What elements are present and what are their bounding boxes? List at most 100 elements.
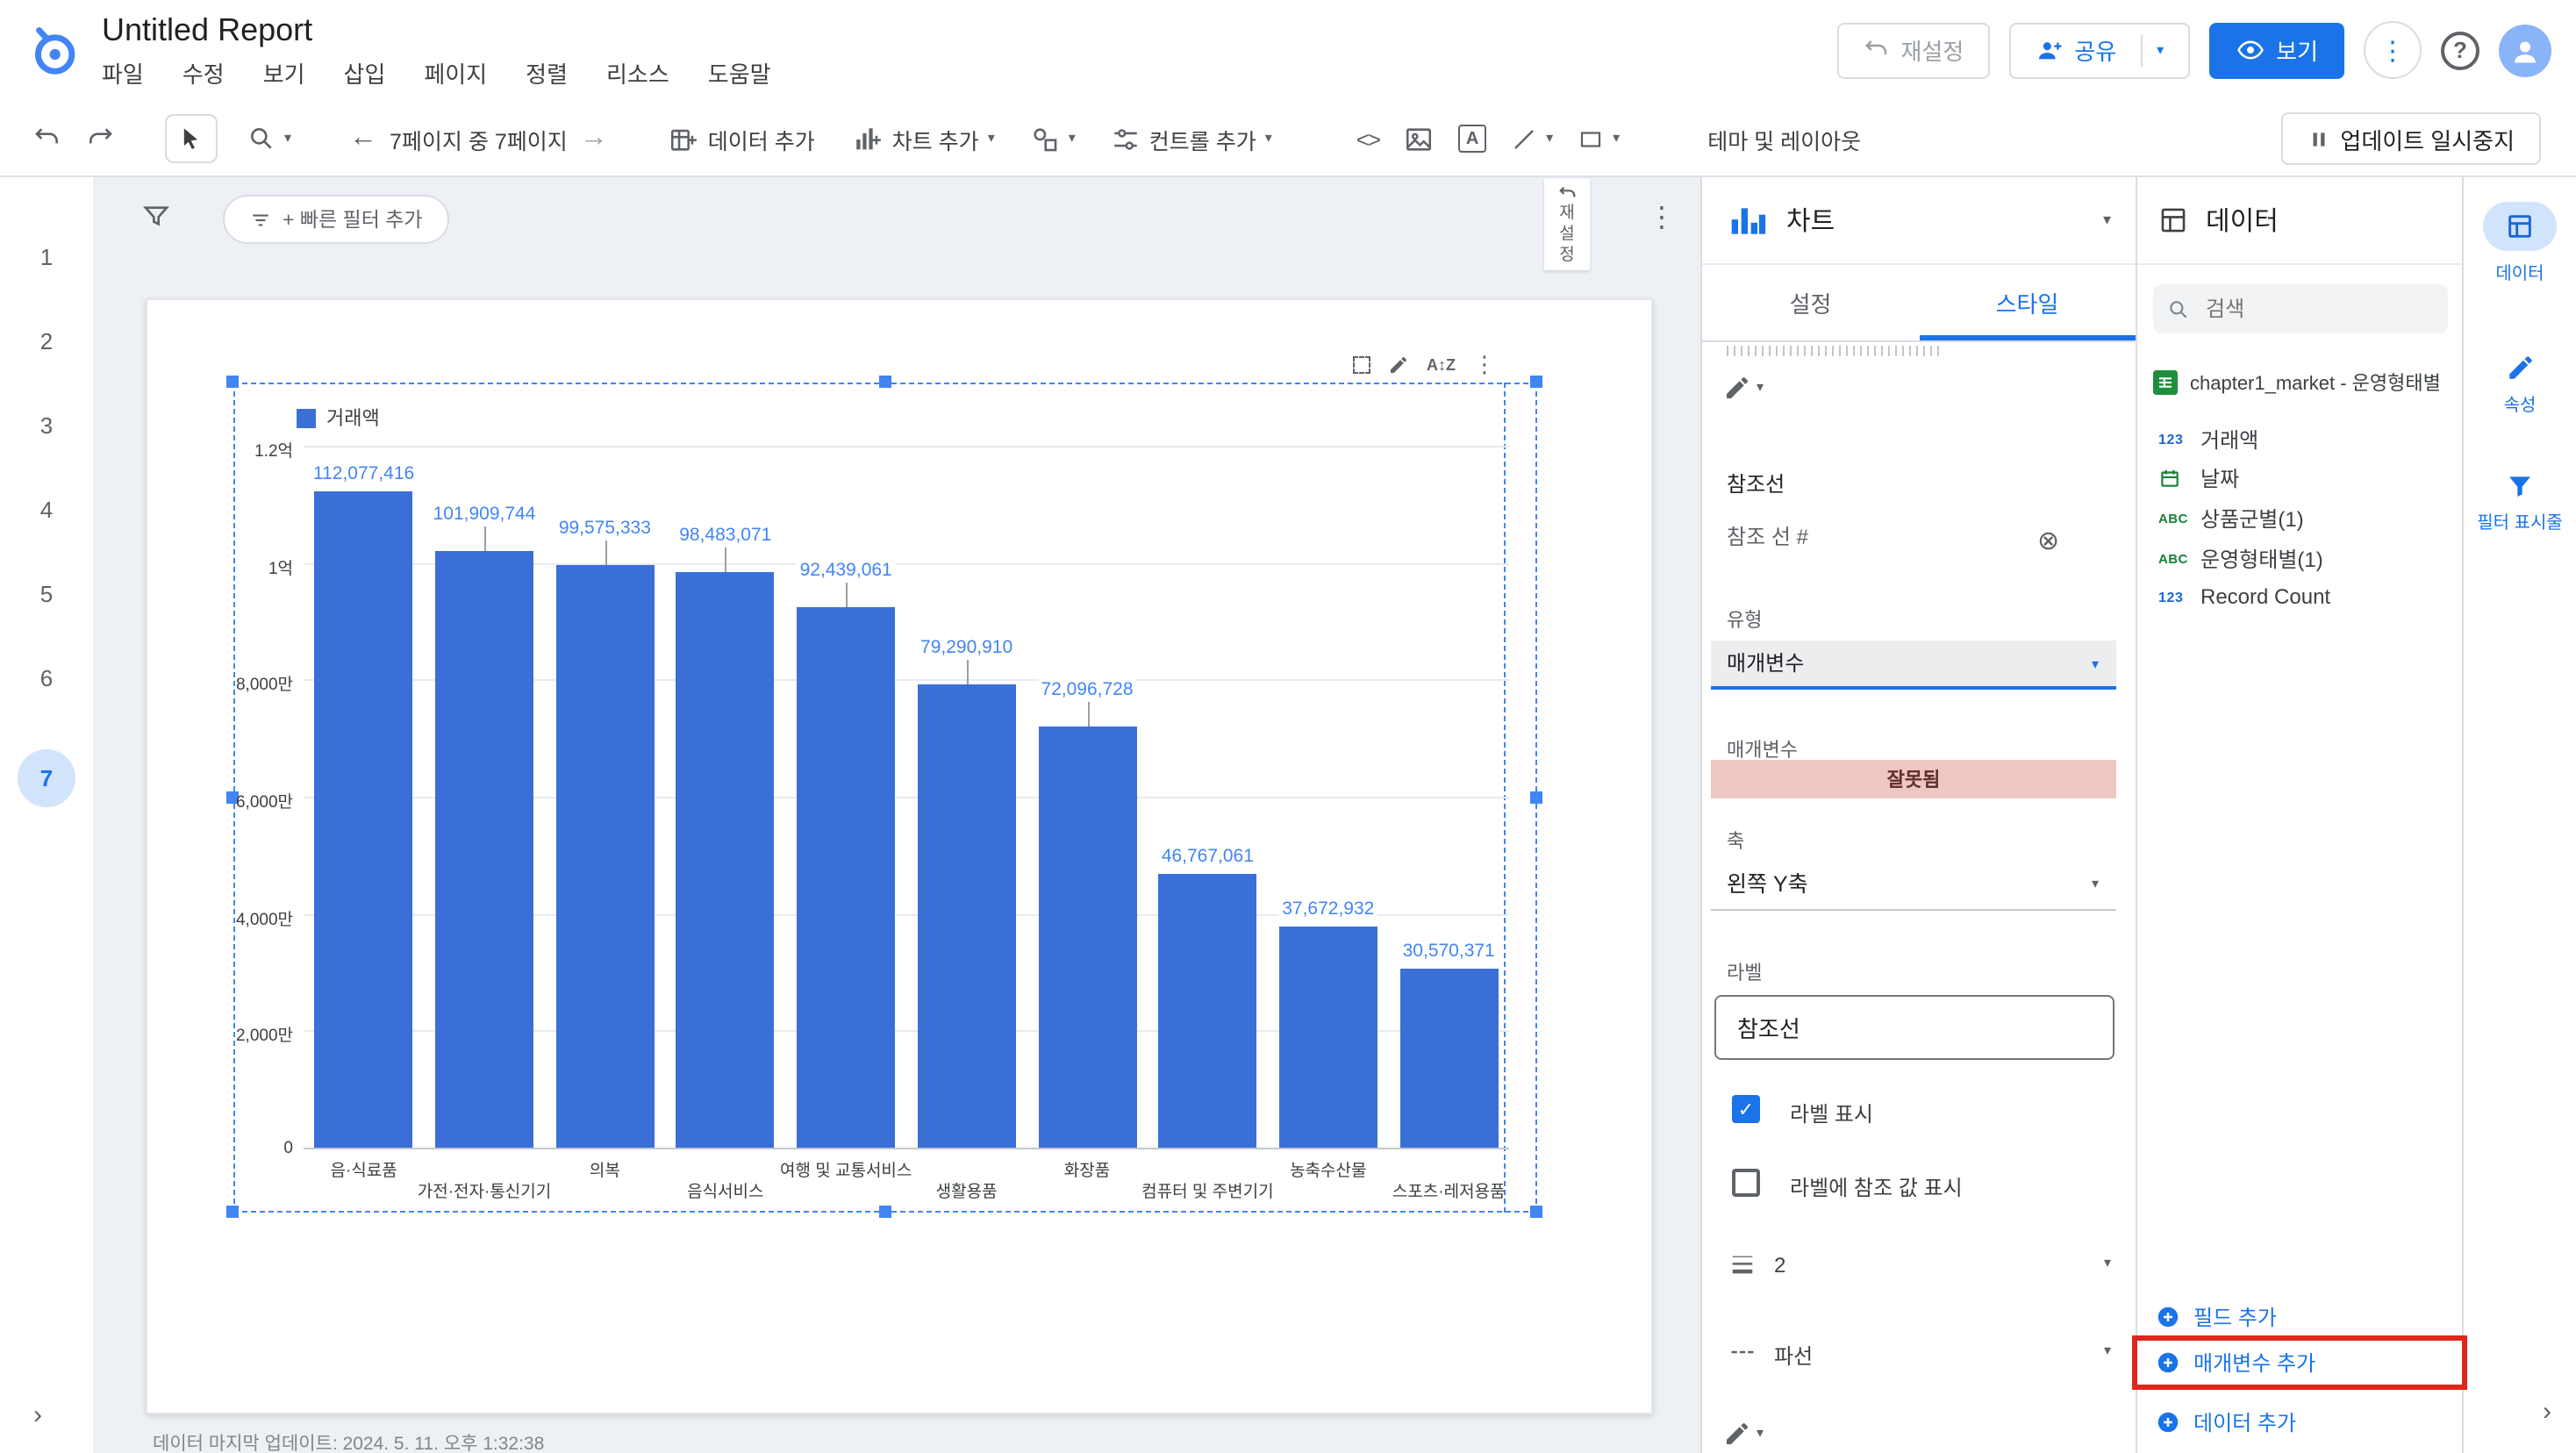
field-search[interactable]	[2153, 284, 2448, 333]
rail-properties-button[interactable]: 속성	[2464, 353, 2576, 416]
tab-style[interactable]: 스타일	[1919, 265, 2136, 340]
page-thumb-6[interactable]: 6	[0, 665, 93, 691]
add-control-button[interactable]: 컨트롤 추가 ▾	[1098, 112, 1284, 165]
page-thumb-2[interactable]: 2	[0, 328, 93, 354]
quick-filter-chip[interactable]: + 빠른 필터 추가	[223, 195, 449, 244]
field-row[interactable]: ABC 상품군별(1)	[2158, 500, 2453, 535]
view-button[interactable]: 보기	[2209, 22, 2344, 78]
theme-layout-button[interactable]: 테마 및 레이아웃	[1695, 112, 1873, 165]
page-thumb-5[interactable]: 5	[0, 581, 93, 607]
tab-setup[interactable]: 설정	[1702, 265, 1919, 340]
bar[interactable]	[1038, 726, 1136, 1148]
add-field-link[interactable]: 필드 추가	[2155, 1302, 2277, 1332]
x-axis-label: 음식서비스	[687, 1177, 763, 1202]
avatar[interactable]	[2499, 24, 2551, 76]
embed-url-button[interactable]: <>	[1344, 112, 1392, 165]
share-button[interactable]: 공유 ▾	[2009, 22, 2190, 78]
page-thumb-7-active[interactable]: 7	[18, 749, 75, 807]
page-thumb-1[interactable]: 1	[0, 244, 93, 270]
redo-button[interactable]	[74, 112, 126, 165]
bar[interactable]	[435, 552, 533, 1148]
menu-arrange[interactable]: 정렬	[526, 52, 585, 92]
bar-value-label: 46,767,061	[1158, 846, 1257, 867]
rail-filter-bar-button[interactable]: 필터 표시줄	[2464, 472, 2576, 533]
label-color-picker[interactable]: ▾	[1723, 1420, 1764, 1448]
more-options-button[interactable]: ⋮	[2364, 21, 2422, 79]
bar[interactable]	[797, 607, 895, 1148]
data-source-row[interactable]: chapter1_market - 운영형태별	[2153, 369, 2455, 397]
text-tool[interactable]: A	[1446, 112, 1499, 165]
chevron-down-icon[interactable]: ▾	[2104, 1256, 2111, 1270]
sort-icon[interactable]: A↕Z	[1427, 356, 1456, 374]
filter-icon[interactable]	[142, 202, 170, 230]
bar[interactable]	[315, 492, 413, 1148]
line-tool[interactable]: ▾	[1499, 112, 1565, 165]
menu-insert[interactable]: 삽입	[344, 52, 404, 92]
line-color-picker[interactable]: ▾	[1723, 374, 1764, 402]
field-row[interactable]: ABC 운영형태별(1)	[2158, 540, 2453, 576]
page-indicator[interactable]: 7페이지 중 7페이지	[377, 112, 580, 165]
number-field-icon: 123	[2158, 589, 2200, 605]
zoom-tool[interactable]: ▾	[235, 112, 304, 165]
share-dropdown[interactable]: ▾	[2141, 34, 2164, 66]
chart-kebab-icon[interactable]: ⋮	[1473, 351, 1496, 379]
line-style-value[interactable]: 파선	[1774, 1341, 1813, 1371]
chevron-down-icon[interactable]: ▾	[2103, 212, 2111, 228]
community-viz-button[interactable]: ▾	[1018, 112, 1088, 165]
reset-overlay[interactable]: 재설정	[1544, 179, 1590, 270]
app-header: Untitled Report 파일 수정 보기 삽입 페이지 정렬 리소스 도…	[0, 0, 2576, 102]
field-row[interactable]: 123 Record Count	[2158, 579, 2453, 614]
image-tool[interactable]	[1392, 112, 1446, 165]
add-data-link[interactable]: 데이터 추가	[2155, 1407, 2296, 1437]
field-row[interactable]: 날짜	[2158, 460, 2453, 495]
show-label-checkbox-checked[interactable]: ✓	[1732, 1095, 1760, 1123]
menu-file[interactable]: 파일	[102, 52, 161, 92]
selection-mode-icon[interactable]	[1353, 356, 1370, 374]
pause-updates-button[interactable]: 업데이트 일시중지	[2280, 112, 2541, 165]
help-icon[interactable]: ?	[2441, 31, 2479, 69]
page-thumb-3[interactable]: 3	[0, 412, 93, 439]
show-ref-value-checkbox-unchecked[interactable]	[1732, 1169, 1760, 1197]
label-connector	[605, 540, 606, 565]
report-title[interactable]: Untitled Report	[102, 10, 810, 48]
bar[interactable]	[676, 571, 775, 1148]
search-input[interactable]	[2202, 295, 2413, 323]
select-tool[interactable]	[165, 114, 218, 163]
page-thumb-4[interactable]: 4	[0, 497, 93, 523]
bar[interactable]	[1399, 969, 1498, 1148]
edit-icon[interactable]	[1388, 354, 1409, 376]
canvas[interactable]: + 빠른 필터 추가 재설정 ⋮	[93, 177, 1700, 1453]
next-page-button[interactable]: →	[580, 125, 608, 153]
add-parameter-link[interactable]: 매개변수 추가	[2155, 1348, 2315, 1378]
bar[interactable]	[1158, 874, 1256, 1148]
canvas-kebab-icon[interactable]: ⋮	[1648, 205, 1676, 233]
reset-button[interactable]: 재설정	[1838, 22, 1991, 78]
menu-resource[interactable]: 리소스	[606, 52, 687, 92]
add-data-button[interactable]: 데이터 추가	[657, 112, 827, 165]
collapse-panel-icon[interactable]: ›	[2543, 1399, 2551, 1425]
bar-chart[interactable]: A↕Z ⋮ 거래액 1.2억1억8,000만6,000만4,000만2,000만…	[233, 383, 1537, 1213]
chevron-down-icon[interactable]: ▾	[2104, 1344, 2111, 1358]
add-chart-button[interactable]: 차트 추가 ▾	[841, 112, 1007, 165]
axis-select[interactable]: 왼쪽 Y축 ▾	[1711, 858, 2116, 911]
menu-view[interactable]: 보기	[263, 52, 323, 92]
bar-value-label: 101,909,744	[430, 505, 540, 526]
bar[interactable]	[918, 684, 1016, 1148]
shape-tool[interactable]: ▾	[1565, 112, 1632, 165]
rail-data-button[interactable]: 데이터	[2464, 202, 2576, 284]
expand-rail-icon[interactable]: ›	[33, 1402, 42, 1428]
menu-help[interactable]: 도움말	[708, 52, 789, 92]
undo-button[interactable]	[21, 112, 74, 165]
text-field-icon: ABC	[2158, 550, 2200, 566]
menu-edit[interactable]: 수정	[182, 52, 242, 92]
report-page[interactable]: A↕Z ⋮ 거래액 1.2억1억8,000만6,000만4,000만2,000만…	[146, 298, 1653, 1414]
bar[interactable]	[555, 565, 654, 1148]
menu-page[interactable]: 페이지	[424, 52, 504, 92]
reference-line-label-input[interactable]	[1714, 995, 2114, 1060]
line-weight-value[interactable]: 2	[1774, 1253, 1785, 1278]
bar[interactable]	[1279, 927, 1377, 1148]
prev-page-button[interactable]: ←	[349, 125, 377, 153]
type-select[interactable]: 매개변수 ▾	[1711, 641, 2116, 690]
field-row[interactable]: 123 거래액	[2158, 421, 2453, 456]
remove-reference-line-icon[interactable]: ⊗	[2037, 525, 2059, 556]
